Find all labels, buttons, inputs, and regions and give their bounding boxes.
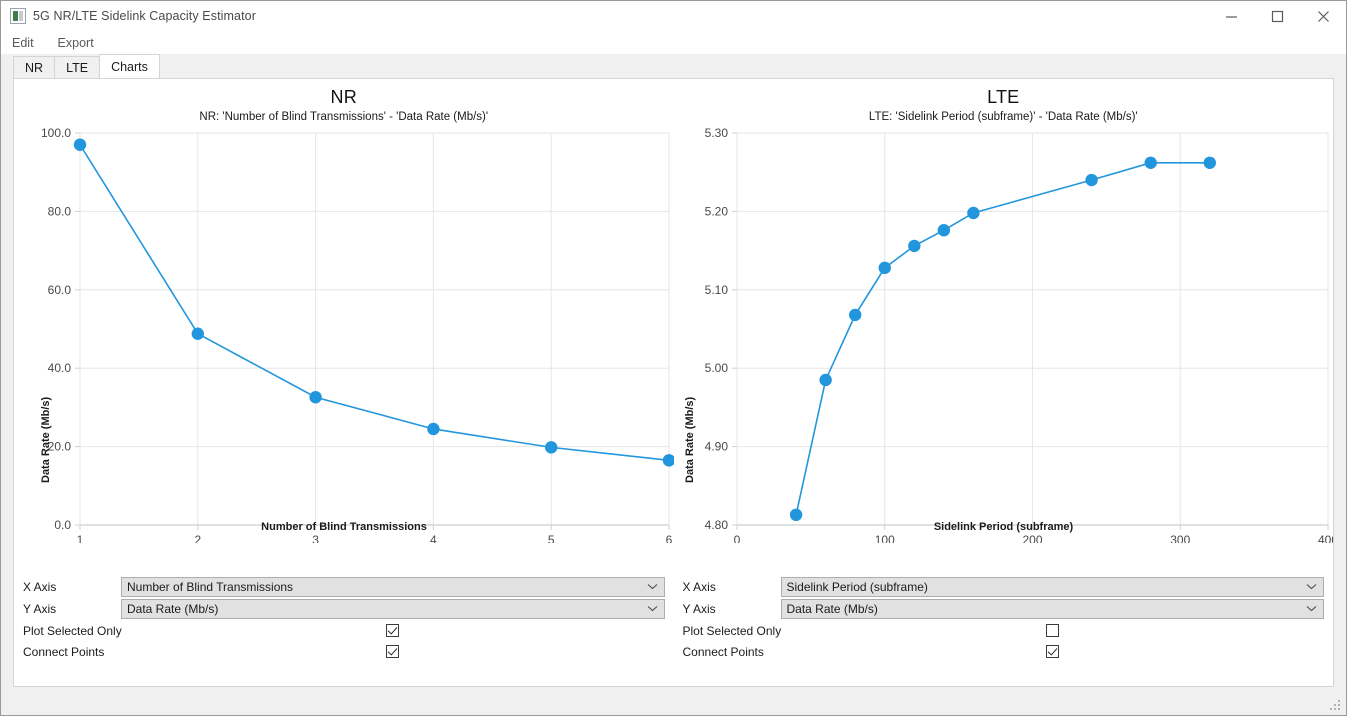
lte-x-axis-label: Sidelink Period (subframe) xyxy=(933,521,1074,533)
nr-y-axis-value: Data Rate (Mb/s) xyxy=(127,601,219,616)
tab-charts[interactable]: Charts xyxy=(99,54,160,78)
nr-y-axis-row: Y Axis Data Rate (Mb/s) xyxy=(23,598,665,619)
tab-nr[interactable]: NR xyxy=(13,56,56,78)
svg-text:200: 200 xyxy=(1022,533,1042,543)
nr-chart-subtitle: NR: 'Number of Blind Transmissions' - 'D… xyxy=(199,111,489,123)
title-bar: 5G NR/LTE Sidelink Capacity Estimator xyxy=(1,1,1346,32)
lte-y-axis-caption: Y Axis xyxy=(682,601,716,616)
charts-panel: NR NR: 'Number of Blind Transmissions' -… xyxy=(13,78,1334,687)
lte-x-axis-caption: X Axis xyxy=(682,579,716,594)
lte-plot-selected-only-row: Plot Selected Only xyxy=(683,620,1325,641)
lte-connect-points-checkbox[interactable] xyxy=(1045,645,1059,658)
nr-plot-selected-only-caption: Plot Selected Only xyxy=(23,623,122,638)
lte-x-axis-row: X Axis Sidelink Period (subframe) xyxy=(682,576,1324,597)
chevron-down-icon xyxy=(647,578,658,596)
nr-controls: X Axis Number of Blind Transmissions Y A… xyxy=(14,572,674,686)
nr-connect-points-caption: Connect Points xyxy=(23,644,105,659)
nr-connect-points-row: Connect Points xyxy=(23,641,665,662)
svg-text:300: 300 xyxy=(1170,533,1190,543)
controls-row: X Axis Number of Blind Transmissions Y A… xyxy=(14,572,1333,686)
nr-x-axis-value: Number of Blind Transmissions xyxy=(127,579,294,594)
svg-text:100: 100 xyxy=(874,533,894,543)
svg-text:60.0: 60.0 xyxy=(48,283,72,297)
svg-text:5.00: 5.00 xyxy=(704,361,728,375)
svg-text:100.0: 100.0 xyxy=(41,126,71,140)
nr-x-axis-row: X Axis Number of Blind Transmissions xyxy=(23,576,665,597)
lte-y-axis-select[interactable]: Data Rate (Mb/s) xyxy=(780,598,1324,619)
svg-text:6: 6 xyxy=(666,533,673,543)
lte-x-axis-value: Sidelink Period (subframe) xyxy=(786,579,928,594)
nr-connect-points-checkbox[interactable] xyxy=(386,645,400,658)
svg-text:3: 3 xyxy=(312,533,319,543)
app-window-icon xyxy=(10,8,26,24)
lte-chart-title: LTE xyxy=(987,87,1020,107)
tab-lte[interactable]: LTE xyxy=(54,56,101,78)
chevron-down-icon xyxy=(1306,600,1317,618)
nr-x-axis-label: Number of Blind Transmissions xyxy=(261,521,427,533)
window-controls xyxy=(1208,1,1346,31)
lte-plot-selected-only-checkbox[interactable] xyxy=(1045,624,1059,637)
menu-bar: Edit Export xyxy=(1,32,1346,54)
nr-y-axis-caption: Y Axis xyxy=(23,601,57,616)
nr-plot-svg: 0.020.040.060.080.0100.01 2 3 4 5 6 xyxy=(41,126,674,543)
nr-y-axis-label: Data Rate (Mb/s) xyxy=(40,396,52,483)
lte-x-axis-select[interactable]: Sidelink Period (subframe) xyxy=(780,576,1324,597)
tab-strip: NR LTE Charts xyxy=(1,54,1346,78)
nr-chart-pane: NR NR: 'Number of Blind Transmissions' -… xyxy=(14,79,674,572)
svg-text:5.30: 5.30 xyxy=(704,126,728,140)
lte-connect-points-row: Connect Points xyxy=(683,641,1325,662)
nr-plot-selected-only-row: Plot Selected Only xyxy=(23,620,665,641)
chevron-down-icon xyxy=(647,600,658,618)
lte-controls: X Axis Sidelink Period (subframe) Y Axis… xyxy=(674,572,1334,686)
svg-text:2: 2 xyxy=(194,533,201,543)
nr-plot-area[interactable]: Data Rate (Mb/s) 0.0 20.0 40.0 60.0 80.0 100.… xyxy=(14,123,674,543)
status-bar xyxy=(1,687,1346,715)
maximize-button[interactable] xyxy=(1254,1,1300,31)
window-title: 5G NR/LTE Sidelink Capacity Estimator xyxy=(33,9,256,23)
svg-text:0: 0 xyxy=(733,533,740,543)
svg-text:40.0: 40.0 xyxy=(48,361,72,375)
minimize-button[interactable] xyxy=(1208,1,1254,31)
svg-text:80.0: 80.0 xyxy=(48,204,72,218)
svg-text:5.10: 5.10 xyxy=(704,283,728,297)
nr-x-axis-select[interactable]: Number of Blind Transmissions xyxy=(121,576,665,597)
lte-plot-svg: 4.804.905.005.105.205.300100200300400 xyxy=(704,126,1333,543)
svg-text:1: 1 xyxy=(77,533,84,543)
svg-text:4: 4 xyxy=(430,533,437,543)
resize-grip[interactable] xyxy=(1330,700,1342,712)
charts-row: NR NR: 'Number of Blind Transmissions' -… xyxy=(14,79,1333,572)
nr-chart-title: NR xyxy=(330,87,357,107)
lte-y-axis-label: Data Rate (Mb/s) xyxy=(683,396,696,483)
lte-chart-subtitle: LTE: 'Sidelink Period (subframe)' - 'Dat… xyxy=(868,111,1138,123)
lte-plot-selected-only-caption: Plot Selected Only xyxy=(682,623,782,638)
lte-connect-points-caption: Connect Points xyxy=(682,644,764,659)
svg-text:400: 400 xyxy=(1317,533,1333,543)
nr-y-axis-select[interactable]: Data Rate (Mb/s) xyxy=(121,598,665,619)
close-button[interactable] xyxy=(1300,1,1346,31)
svg-text:5: 5 xyxy=(548,533,555,543)
application-window: 5G NR/LTE Sidelink Capacity Estimator Ed… xyxy=(0,0,1347,716)
lte-y-axis-value: Data Rate (Mb/s) xyxy=(786,601,878,616)
nr-x-axis-caption: X Axis xyxy=(23,579,57,594)
chevron-down-icon xyxy=(1306,578,1317,596)
menu-item-export[interactable]: Export xyxy=(56,34,102,52)
svg-text:5.20: 5.20 xyxy=(704,204,728,218)
nr-plot-selected-only-checkbox[interactable] xyxy=(386,624,400,637)
lte-y-axis-row: Y Axis Data Rate (Mb/s) xyxy=(682,598,1324,619)
lte-plot-area[interactable]: Data Rate (Mb/s) 4.80 4.90 5.00 5.10 5.20 5.3… xyxy=(674,123,1334,543)
svg-text:4.90: 4.90 xyxy=(704,440,728,454)
lte-chart-pane: LTE LTE: 'Sidelink Period (subframe)' - … xyxy=(674,79,1334,572)
menu-item-edit[interactable]: Edit xyxy=(10,34,42,52)
